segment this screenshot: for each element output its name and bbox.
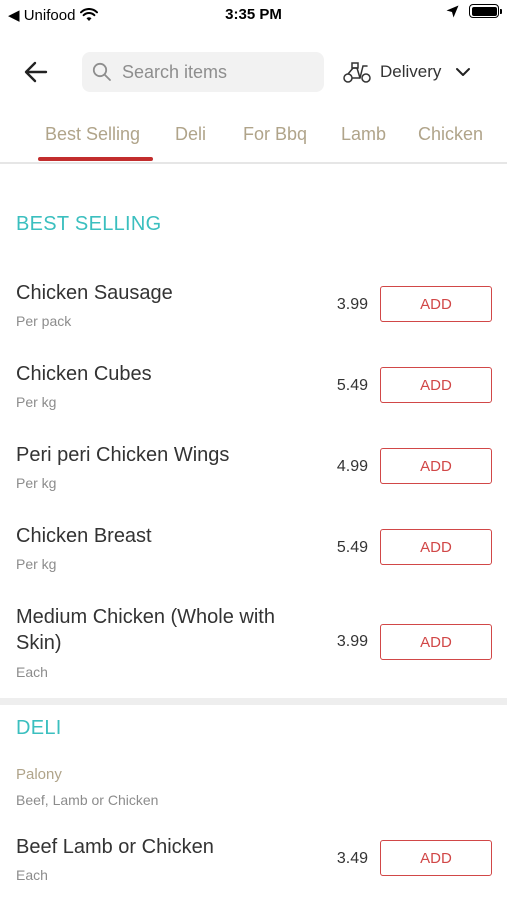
back-arrow-icon[interactable]: [22, 58, 50, 86]
category-tabs: Best Selling Deli For Bbq Lamb Chicken: [0, 112, 507, 164]
section-divider: [0, 698, 507, 705]
item-name: Chicken Breast: [16, 525, 152, 547]
tab-best-selling[interactable]: Best Selling: [45, 124, 140, 145]
scooter-icon: [343, 62, 371, 83]
tab-lamb[interactable]: Lamb: [341, 124, 386, 145]
item-unit: Each: [16, 867, 48, 883]
add-button[interactable]: ADD: [380, 624, 492, 660]
active-tab-indicator: [38, 157, 153, 161]
search-bar[interactable]: [82, 52, 324, 92]
item-price: 3.99: [336, 296, 368, 313]
top-bar: Delivery: [0, 50, 507, 94]
clock: 3:35 PM: [225, 6, 282, 23]
add-button[interactable]: ADD: [380, 286, 492, 322]
item-price: 3.49: [336, 850, 368, 867]
search-icon: [92, 62, 111, 81]
subcategory-description: Beef, Lamb or Chicken: [16, 792, 159, 808]
item-unit: Per kg: [16, 556, 57, 572]
add-button[interactable]: ADD: [380, 840, 492, 876]
item-price: 5.49: [336, 377, 368, 394]
item-name: Chicken Cubes: [16, 363, 152, 385]
section-title-deli: DELI: [16, 717, 62, 739]
item-unit: Each: [16, 664, 48, 680]
location-arrow-icon: [446, 5, 459, 17]
delivery-label: Delivery: [380, 62, 442, 81]
item-price: 4.99: [336, 458, 368, 475]
section-title-best-selling: BEST SELLING: [16, 213, 162, 235]
add-button[interactable]: ADD: [380, 367, 492, 403]
item-unit: Per kg: [16, 394, 57, 410]
search-input[interactable]: [122, 61, 312, 83]
subcategory-title: Palony: [16, 766, 62, 783]
tab-chicken[interactable]: Chicken: [418, 124, 483, 145]
item-name: Peri peri Chicken Wings: [16, 444, 230, 466]
item-price: 5.49: [336, 539, 368, 556]
item-unit: Per kg: [16, 475, 57, 491]
tab-for-bbq[interactable]: For Bbq: [243, 124, 307, 145]
tab-deli[interactable]: Deli: [175, 124, 206, 145]
item-name: Chicken Sausage: [16, 282, 173, 304]
status-right: [446, 4, 502, 18]
delivery-selector[interactable]: Delivery: [342, 56, 471, 88]
status-bar: ◀ Unifood 3:35 PM: [0, 0, 507, 30]
item-price: 3.99: [336, 633, 368, 650]
battery-icon: [469, 4, 502, 18]
item-unit: Per pack: [16, 313, 72, 329]
item-name: Beef Lamb or Chicken: [16, 836, 214, 858]
item-name: Medium Chicken (Whole with Skin): [16, 606, 275, 654]
chevron-down-icon: [456, 68, 471, 76]
add-button[interactable]: ADD: [380, 529, 492, 565]
add-button[interactable]: ADD: [380, 448, 492, 484]
